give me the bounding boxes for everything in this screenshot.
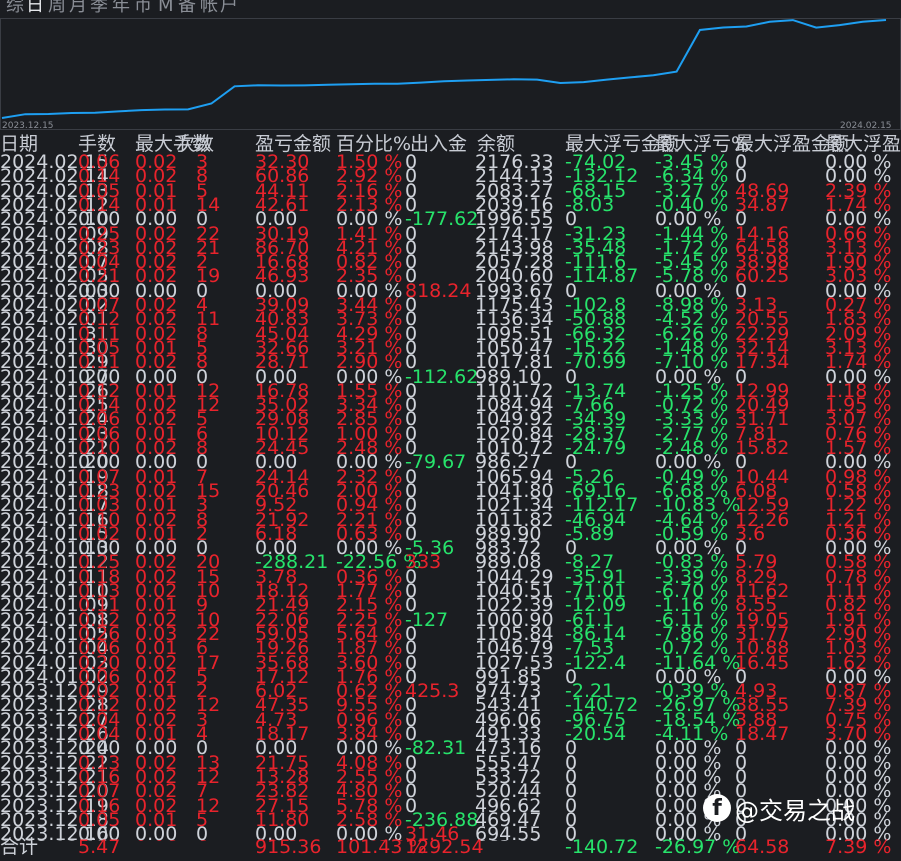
- tab-5[interactable]: 年: [112, 0, 130, 16]
- watermark: f @交易之战: [703, 793, 855, 825]
- chart-frame: [0, 18, 901, 130]
- tab-9[interactable]: 帐: [200, 0, 218, 16]
- tab-0[interactable]: 综: [6, 0, 24, 16]
- tab-4[interactable]: 季: [90, 0, 108, 16]
- tab-7[interactable]: M: [158, 0, 174, 16]
- tab-8[interactable]: 备: [178, 0, 196, 16]
- tab-10[interactable]: 户: [220, 0, 238, 16]
- period-tabs: 综日周月季年币M备帐户: [0, 0, 901, 18]
- daily-stats-table: 2024.02.15 0.06 0.02 3 32.30 1.50 % 0 2176.33 -7…: [0, 151, 901, 841]
- total-cell-0: 合计: [0, 836, 39, 858]
- total-cell-6: 1292.54: [405, 836, 484, 858]
- tab-1[interactable]: 日: [26, 0, 44, 16]
- total-cell-9: -26.97 %: [655, 836, 741, 858]
- total-cell-8: -140.72: [565, 836, 639, 858]
- watermark-text: @交易之战: [735, 796, 855, 825]
- total-cell-11: 7.39 %: [825, 836, 892, 858]
- total-cell-1: 5.47: [78, 836, 121, 858]
- equity-chart: 2023.12.15 2024.02.15: [0, 18, 901, 130]
- tab-6[interactable]: 币: [134, 0, 152, 16]
- chart-x-start-label: 2023.12.15: [2, 121, 54, 130]
- total-cell-10: 64.58: [735, 836, 790, 858]
- total-cell-4: 915.36: [255, 836, 322, 858]
- tab-2[interactable]: 周: [48, 0, 66, 16]
- tab-3[interactable]: 月: [69, 0, 87, 16]
- watermark-logo-icon: f: [703, 794, 731, 822]
- totals-row: 合计 5.47 915.36 101.43 % 1292.54 -140.72 -26.97…: [0, 836, 901, 861]
- chart-x-end-label: 2024.02.15: [840, 121, 892, 130]
